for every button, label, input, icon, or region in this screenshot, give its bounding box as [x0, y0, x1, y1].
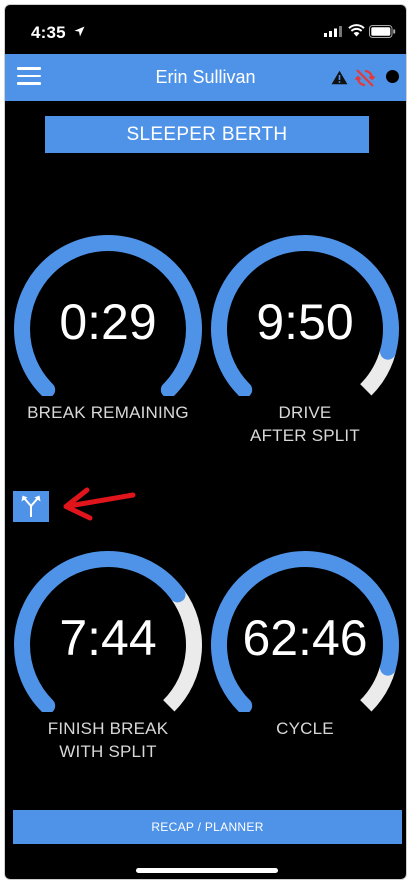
finish-break-with-split-gauge: 7:44 FINISH BREAK WITH SPLIT — [10, 547, 206, 777]
signal-icon — [324, 26, 342, 37]
gauge-label-line: CYCLE — [276, 719, 334, 738]
gauge-label: CYCLE — [197, 717, 406, 740]
annotation-arrow-icon — [63, 487, 136, 521]
battery-icon — [369, 25, 396, 38]
gauge-label: BREAK REMAINING — [5, 401, 216, 424]
warning-icon[interactable] — [331, 70, 348, 85]
gauge-value: 62:46 — [242, 610, 368, 666]
app-header: Erin Sullivan — [5, 54, 406, 101]
app-screen: 4:35 Erin Sullivan SLEEPER BERTH 0:29 BR… — [4, 4, 407, 880]
gauge-label: FINISH BREAK WITH SPLIT — [5, 717, 216, 763]
location-arrow-icon — [74, 26, 85, 37]
home-indicator — [136, 868, 278, 873]
status-bar: 4:35 — [5, 5, 406, 57]
drive-after-split-gauge: 9:50 DRIVE AFTER SPLIT — [207, 231, 403, 461]
break-remaining-gauge: 0:29 BREAK REMAINING — [10, 231, 206, 461]
split-icon[interactable] — [13, 491, 49, 522]
status-dot-icon[interactable] — [386, 70, 399, 83]
cycle-gauge: 62:46 CYCLE — [207, 547, 403, 777]
wifi-icon — [348, 24, 365, 37]
gauge-label-line: BREAK REMAINING — [27, 403, 189, 422]
gauge-value: 0:29 — [59, 294, 157, 350]
gauge-label-line: DRIVE — [278, 403, 332, 422]
split-glyph — [21, 495, 41, 517]
duty-status-button[interactable]: SLEEPER BERTH — [45, 116, 369, 153]
gauge-value: 7:44 — [59, 610, 157, 666]
gauge-label-line: WITH SPLIT — [59, 742, 157, 761]
gauge-label: DRIVE AFTER SPLIT — [197, 401, 406, 447]
recap-planner-button[interactable]: RECAP / PLANNER — [13, 810, 402, 844]
gauge-label-line: AFTER SPLIT — [250, 426, 360, 445]
clock: 4:35 — [31, 23, 66, 42]
no-sync-icon[interactable] — [354, 67, 376, 89]
gauge-label-line: FINISH BREAK — [47, 719, 169, 738]
gauge-value: 9:50 — [256, 294, 354, 350]
